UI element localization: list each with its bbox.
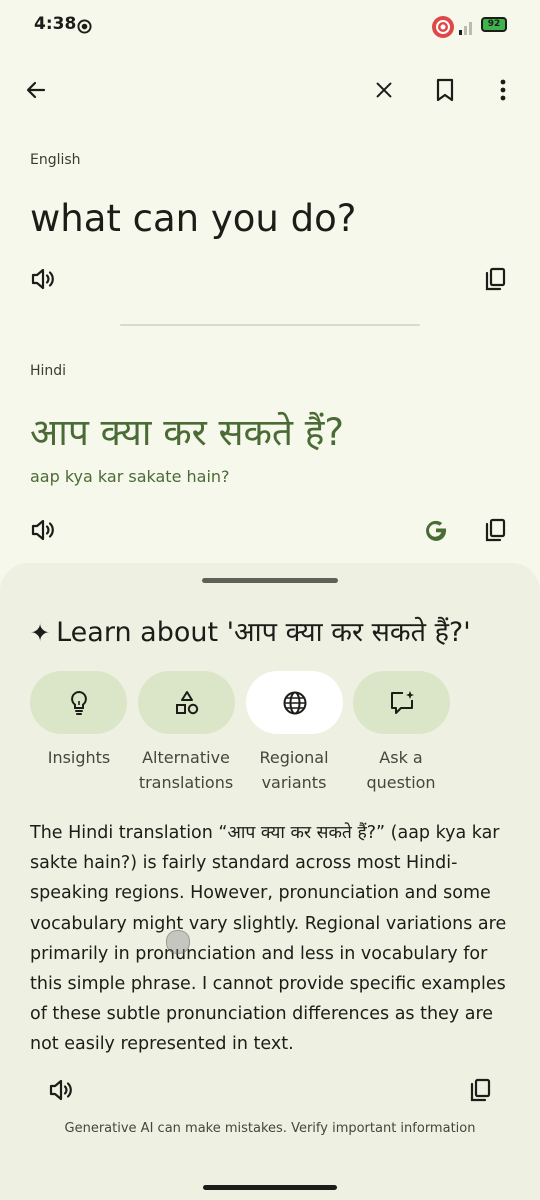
learn-heading: ✦ Learn about 'आप क्या कर सकते हैं?' xyxy=(30,612,471,649)
status-time: 4:38 xyxy=(34,14,77,34)
recording-indicator-icon xyxy=(432,16,454,38)
google-g-icon[interactable] xyxy=(420,514,452,546)
chip-label-regional-variants: Regional variants xyxy=(259,748,329,792)
sparkle-icon: ✦ xyxy=(30,619,51,647)
close-icon[interactable] xyxy=(368,74,400,106)
lightbulb-icon xyxy=(70,690,87,715)
chip-regional-variants[interactable] xyxy=(246,671,343,734)
copy-icon[interactable] xyxy=(480,264,510,294)
battery-icon: 92 xyxy=(481,17,507,32)
chip-alternative-translations[interactable] xyxy=(138,671,235,734)
sheet-drag-handle[interactable] xyxy=(202,578,338,583)
transliteration: aap kya kar sakate hain? xyxy=(30,467,230,486)
speaker-icon[interactable] xyxy=(46,1075,76,1105)
chip-insights[interactable] xyxy=(30,671,127,734)
source-language-label: English xyxy=(30,152,81,168)
screen-record-icon xyxy=(77,19,92,38)
ai-disclaimer: Generative AI can make mistakes. Verify … xyxy=(64,1121,476,1136)
copy-icon[interactable] xyxy=(465,1075,495,1105)
speaker-icon[interactable] xyxy=(28,515,58,545)
learn-heading-text: Learn about 'आप क्या कर सकते हैं?' xyxy=(56,617,471,648)
more-vert-icon[interactable] xyxy=(487,74,519,106)
back-arrow-icon[interactable] xyxy=(20,74,52,106)
chat-sparkle-icon xyxy=(390,690,414,714)
divider xyxy=(120,324,420,326)
regional-variants-response: The Hindi translation “आप क्या कर सकते ह… xyxy=(30,823,507,1055)
chip-label-insights: Insights xyxy=(47,748,111,767)
target-text[interactable]: आप क्या कर सकते हैं? xyxy=(30,405,344,456)
target-language-label: Hindi xyxy=(30,363,67,379)
copy-icon[interactable] xyxy=(480,515,510,545)
bookmark-icon[interactable] xyxy=(429,74,461,106)
speaker-icon[interactable] xyxy=(28,264,58,294)
gesture-nav-bar[interactable] xyxy=(203,1185,337,1190)
chip-label-ask-a-question: Ask a question xyxy=(366,748,436,792)
touch-indicator xyxy=(166,930,190,954)
chip-ask-a-question[interactable] xyxy=(353,671,450,734)
shapes-icon xyxy=(175,690,198,714)
source-text[interactable]: what can you do? xyxy=(30,197,356,240)
signal-icon xyxy=(458,18,476,36)
globe-icon xyxy=(283,691,306,714)
chip-label-alternative-translations: Alternative translations xyxy=(138,748,234,792)
